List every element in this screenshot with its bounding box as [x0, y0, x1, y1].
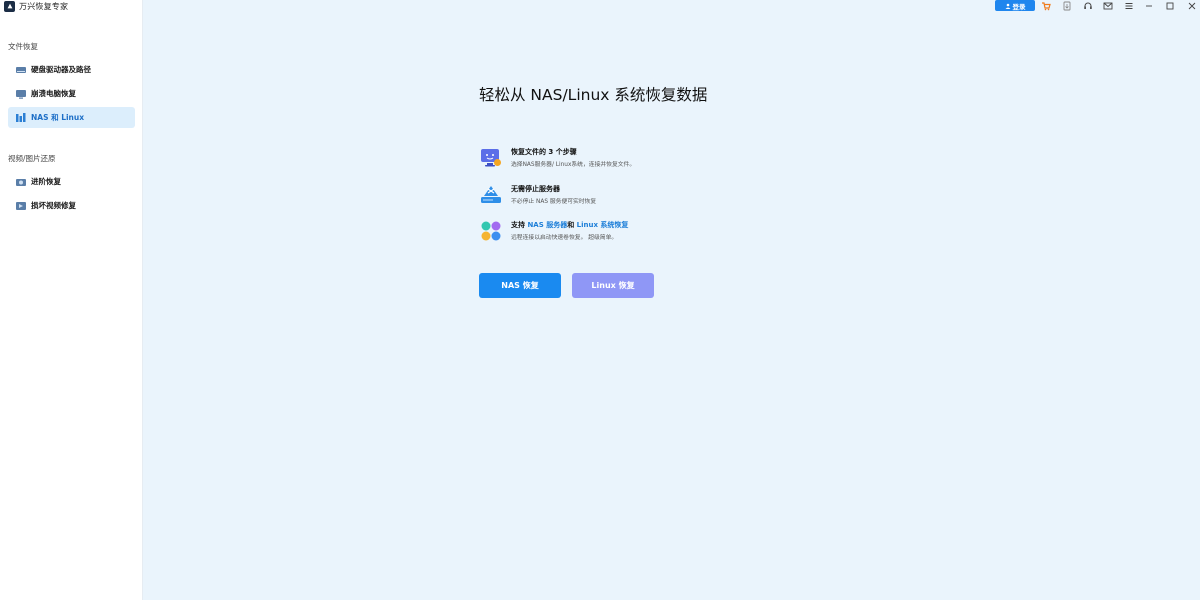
feature-title: 恢复文件的 3 个步骤 [511, 148, 577, 156]
app-logo-icon [4, 0, 15, 12]
sidebar: 万兴恢复专家 文件恢复 硬盘驱动器及路径 崩溃电脑恢复 NAS 和 Linux … [0, 0, 143, 600]
close-icon[interactable] [1186, 0, 1198, 11]
user-icon [1005, 3, 1010, 9]
page-title: 轻松从 NAS/Linux 系统恢复数据 [479, 86, 708, 104]
mail-icon[interactable] [1102, 0, 1114, 11]
feature-title-nas-highlight: NAS 服务器 [527, 221, 568, 229]
section-label-file-recovery: 文件恢复 [8, 42, 38, 51]
camera-icon [15, 176, 27, 188]
feature-title-linux-highlight: Linux 系统恢复 [576, 221, 629, 229]
feature-desc: 不必停止 NAS 服务便可实时恢复 [511, 199, 597, 205]
video-repair-icon [15, 200, 27, 212]
nas-icon [15, 112, 27, 124]
nas-recovery-button[interactable]: NAS 恢复 [479, 273, 561, 298]
section-label-video-photo: 视频/图片还原 [8, 154, 56, 163]
app-title-bar: 万兴恢复专家 [4, 0, 68, 12]
feature-no-stop-server: 无需停止服务器 不必停止 NAS 服务便可实时恢复 [480, 184, 740, 210]
steps-monitor-icon [480, 147, 502, 169]
sidebar-item-video-repair[interactable]: 损坏视频修复 [8, 195, 135, 216]
feature-three-steps: 恢复文件的 3 个步骤 选择NAS服务器/ Linux系统，连接并恢复文件。 [480, 147, 740, 173]
feature-title: 无需停止服务器 [511, 185, 560, 193]
monitor-icon [15, 88, 27, 100]
sidebar-item-hard-drive[interactable]: 硬盘驱动器及路径 [8, 59, 135, 80]
export-icon[interactable] [1061, 0, 1073, 11]
sidebar-item-advanced-recovery[interactable]: 进阶恢复 [8, 171, 135, 192]
sidebar-item-label: 硬盘驱动器及路径 [31, 65, 91, 74]
server-tools-icon [480, 184, 502, 206]
maximize-icon[interactable] [1164, 0, 1176, 11]
feature-title-mid: 和 [567, 221, 577, 229]
sidebar-item-label: 损坏视频修复 [31, 201, 76, 210]
hard-drive-icon [15, 64, 27, 76]
feature-desc: 远程连接以启动快速卷恢复。 超级简单。 [511, 235, 618, 241]
sidebar-item-label: NAS 和 Linux [31, 113, 85, 122]
feature-title: 支持 NAS 服务器和 Linux 系统恢复 [511, 220, 628, 230]
linux-recovery-button[interactable]: Linux 恢复 [572, 273, 654, 298]
feature-support-nas-linux: 支持 NAS 服务器和 Linux 系统恢复 远程连接以启动快速卷恢复。 超级简… [480, 220, 740, 246]
sidebar-item-crashed-pc[interactable]: 崩溃电脑恢复 [8, 83, 135, 104]
minimize-icon[interactable] [1143, 0, 1155, 11]
cart-icon[interactable] [1040, 0, 1052, 11]
feature-title-prefix: 支持 [511, 221, 528, 229]
login-label: 登录 [1012, 2, 1026, 11]
sidebar-item-label: 进阶恢复 [31, 177, 61, 186]
login-button[interactable]: 登录 [995, 0, 1035, 11]
sidebar-item-nas-linux[interactable]: NAS 和 Linux [8, 107, 135, 128]
headset-icon[interactable] [1082, 0, 1094, 11]
feature-desc: 选择NAS服务器/ Linux系统，连接并恢复文件。 [511, 162, 636, 168]
menu-icon[interactable] [1123, 0, 1135, 11]
sidebar-item-label: 崩溃电脑恢复 [31, 89, 76, 98]
app-name: 万兴恢复专家 [19, 1, 69, 11]
nas-linux-grid-icon [480, 220, 502, 242]
